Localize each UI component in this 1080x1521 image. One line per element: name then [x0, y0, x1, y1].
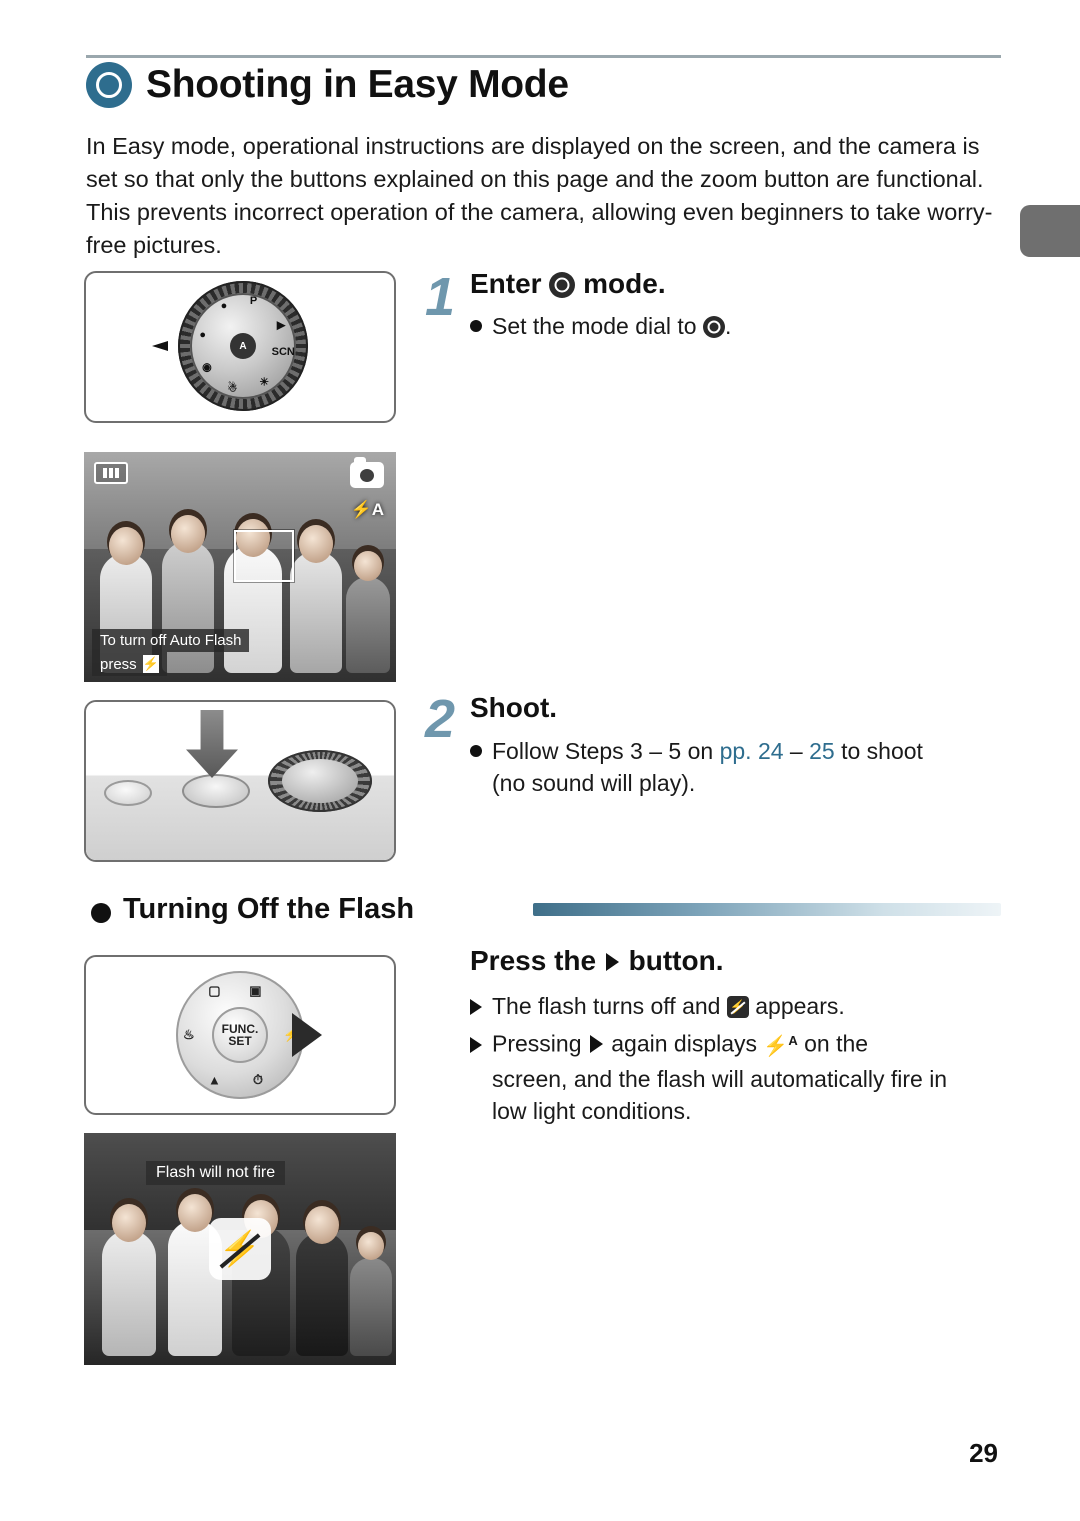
right-button-arrow-icon: [292, 1013, 322, 1057]
step-2-bullet-dash: –: [783, 738, 810, 764]
step-1-heading-after: mode.: [583, 268, 666, 299]
screen-hint-line2: press ⚡: [92, 652, 167, 676]
bullet-triangle-icon: [470, 1036, 482, 1053]
flash-bullet-1-text: The flash turns off and: [492, 993, 721, 1019]
dial-auto-icon: A: [230, 333, 256, 359]
func-set-button[interactable]: FUNC. SET: [212, 1007, 268, 1063]
page-title-row: Shooting in Easy Mode: [86, 62, 569, 108]
chapter-margin-tab: [1020, 205, 1080, 257]
step-2-bullet-text-2: to shoot: [834, 738, 923, 764]
camera-top-illustration: [86, 702, 394, 860]
step-2-number: 2: [425, 689, 456, 749]
step-2-bullet-1: Follow Steps 3 – 5 on pp. 24 – 25 to sho…: [470, 735, 1000, 799]
exposure-comp-icon: ▣: [249, 983, 262, 999]
screen-hint-line1: To turn off Auto Flash: [92, 629, 250, 652]
mode-dial-illustration: A P ▶ SCN ☀ ☃ ◉ ● ●: [86, 273, 396, 423]
easy-mode-icon: [86, 62, 132, 108]
mode-dial-inner: A P ▶ SCN ☀ ☃ ◉ ● ●: [190, 293, 296, 399]
flash-step-heading-before: Press the: [470, 945, 597, 976]
step-1-bullet-1-suffix: .: [724, 313, 732, 339]
flash-step-heading-after: button.: [628, 945, 724, 976]
page-link-25[interactable]: 25: [809, 738, 835, 764]
flash-auto-inline-icon: ⚡A: [763, 1033, 798, 1058]
controller-figure: ▢ ▣ ♨ ⚡ ▲ ⏱ FUNC. SET: [84, 955, 396, 1115]
four-way-controller-illustration: ▢ ▣ ♨ ⚡ ▲ ⏱ FUNC. SET: [176, 971, 304, 1099]
flash-bullet-2-line2: screen, and the flash will automatically…: [492, 1065, 948, 1092]
bullet-triangle-icon: [470, 999, 482, 1015]
manual-page: Shooting in Easy Mode In Easy mode, oper…: [0, 0, 1080, 1521]
camera-mode-icon: [350, 457, 384, 488]
step-1-number: 1: [425, 267, 456, 327]
section-gradient-bar: [533, 903, 1001, 916]
bullet-dot-icon: [470, 320, 482, 332]
shutter-button-icon: [182, 774, 250, 808]
power-button-icon: [104, 780, 152, 806]
page-title: Shooting in Easy Mode: [146, 63, 569, 106]
right-arrow-inline-icon: [589, 1034, 603, 1053]
flash-bullet-2-text: Pressing: [492, 1030, 582, 1057]
page-number: 29: [969, 1438, 998, 1468]
flash-button-icon: ⚡: [142, 655, 159, 673]
flash-bullet-2: Pressing again displays ⚡A on the screen…: [470, 1025, 1005, 1127]
flash-off-screen-label: Flash will not fire: [146, 1161, 286, 1185]
display-icon: ▲: [207, 1072, 221, 1088]
step-2-bullet-text-1: Follow Steps 3 – 5 on: [492, 738, 720, 764]
flash-auto-icon: ⚡A: [350, 500, 384, 519]
bullet-dot-icon: [470, 745, 482, 757]
easy-mode-inline-icon: [549, 272, 576, 298]
af-frame-icon: [234, 530, 294, 582]
flash-off-icon: ⚡: [209, 1218, 271, 1280]
mode-dial-outer-ring: A P ▶ SCN ☀ ☃ ◉ ● ●: [178, 281, 308, 411]
step-2-heading: Shoot.: [470, 692, 558, 723]
right-arrow-inline-icon: [605, 953, 619, 971]
flash-bullet-1: The flash turns off and appears.: [470, 990, 1005, 1022]
flash-bullet-2-mid: again displays: [611, 1030, 758, 1057]
shutter-button-figure: [84, 700, 396, 862]
screen-hint-press-label: press: [100, 655, 137, 673]
mode-dial-small-icon: [268, 750, 372, 812]
flash-bullet-2-suffix: on the: [804, 1030, 869, 1057]
easy-mode-screen: ⚡A To turn off Auto Flash press ⚡: [84, 452, 396, 682]
page-link-24[interactable]: pp. 24: [720, 738, 784, 764]
step-1-bullet-1-text: Set the mode dial to: [492, 313, 697, 339]
flash-bullet-1-suffix: appears.: [755, 993, 845, 1019]
section-bullet-icon: [91, 903, 111, 923]
easy-mode-inline-icon: [702, 316, 725, 338]
flash-off-inline-icon: [726, 996, 749, 1018]
press-arrow-icon: [186, 710, 238, 778]
step-2-bullet-line2: (no sound will play).: [492, 770, 696, 796]
macro-icon: ♨: [182, 1027, 195, 1042]
section-heading-row: Turning Off the Flash: [86, 893, 1001, 933]
intro-paragraph: In Easy mode, operational instructions a…: [86, 133, 993, 258]
flash-exposure-icon: ▢: [208, 983, 221, 999]
flash-step-heading: Press the button.: [470, 945, 723, 977]
step-1-bullet-1: Set the mode dial to .: [470, 310, 990, 342]
battery-icon: [94, 462, 128, 484]
section-title: Turning Off the Flash: [123, 893, 415, 925]
title-divider: [86, 55, 1001, 58]
set-label: SET: [228, 1034, 252, 1048]
mode-dial-figure: A P ▶ SCN ☀ ☃ ◉ ● ●: [84, 271, 396, 423]
step-1-heading-before: Enter: [470, 268, 542, 299]
step-1-heading: Enter mode.: [470, 268, 666, 300]
flash-bullet-2-line3: low light conditions.: [492, 1097, 692, 1124]
dial-pointer-icon: [152, 341, 168, 351]
self-timer-icon: ⏱: [252, 1071, 263, 1087]
flash-off-screen: Flash will not fire ⚡: [84, 1133, 396, 1365]
